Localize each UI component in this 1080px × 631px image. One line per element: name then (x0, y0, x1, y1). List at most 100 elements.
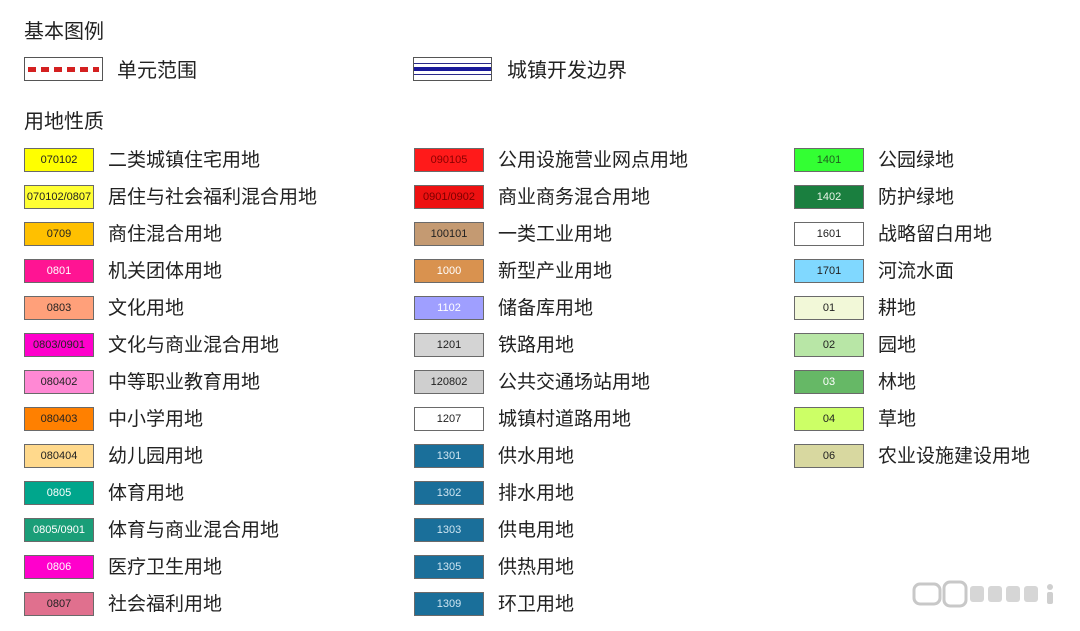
legend-item: 090105 公用设施营业网点用地 (414, 148, 744, 174)
land-use-title: 用地性质 (24, 109, 104, 133)
land-use-label: 幼儿园用地 (108, 445, 204, 467)
unit-boundary-symbol (24, 57, 103, 81)
land-use-swatch: 1201 (414, 333, 484, 357)
land-use-swatch: 0807 (24, 592, 94, 616)
legend-item: 1701 河流水面 (794, 259, 1080, 285)
land-use-label: 耕地 (878, 297, 917, 319)
land-use-label: 供水用地 (498, 445, 575, 467)
land-use-label: 环卫用地 (498, 593, 575, 615)
unit-boundary-label: 单元范围 (117, 58, 197, 82)
land-use-swatch: 090105 (414, 148, 484, 172)
legend-item: 0803/0901 文化与商业混合用地 (24, 333, 354, 359)
legend-item: 1000 新型产业用地 (414, 259, 744, 285)
legend-item: 0801 机关团体用地 (24, 259, 354, 285)
land-use-swatch: 070102/0807 (24, 185, 94, 209)
legend-item: 06 农业设施建设用地 (794, 444, 1080, 470)
land-use-swatch: 1305 (414, 555, 484, 579)
land-use-label: 储备库用地 (498, 297, 594, 319)
land-use-swatch: 06 (794, 444, 864, 468)
land-use-label: 商业商务混合用地 (498, 186, 651, 208)
land-use-swatch: 1000 (414, 259, 484, 283)
legend-item: 070102 二类城镇住宅用地 (24, 148, 354, 174)
land-use-label: 供电用地 (498, 519, 575, 541)
land-use-label: 居住与社会福利混合用地 (108, 186, 318, 208)
land-use-label: 文化用地 (108, 297, 185, 319)
land-use-swatch: 1207 (414, 407, 484, 431)
land-use-swatch: 02 (794, 333, 864, 357)
land-use-label: 社会福利用地 (108, 593, 223, 615)
legend-item: 1309 环卫用地 (414, 592, 744, 618)
land-use-label: 城镇村道路用地 (498, 408, 632, 430)
land-use-swatch: 120802 (414, 370, 484, 394)
land-use-label: 公共交通场站用地 (498, 371, 651, 393)
land-use-label: 战略留白用地 (878, 223, 993, 245)
land-use-label: 中小学用地 (108, 408, 204, 430)
land-use-swatch: 1102 (414, 296, 484, 320)
land-use-label: 公园绿地 (878, 149, 955, 171)
urban-boundary-label: 城镇开发边界 (507, 58, 627, 82)
legend-item: 1401 公园绿地 (794, 148, 1080, 174)
land-use-swatch: 0801 (24, 259, 94, 283)
land-use-label: 林地 (878, 371, 917, 393)
land-use-swatch: 100101 (414, 222, 484, 246)
land-use-swatch: 1401 (794, 148, 864, 172)
land-use-label: 体育用地 (108, 482, 185, 504)
land-use-swatch: 1601 (794, 222, 864, 246)
land-use-swatch: 03 (794, 370, 864, 394)
land-use-label: 农业设施建设用地 (878, 445, 1031, 467)
legend-item: 1302 排水用地 (414, 481, 744, 507)
land-use-label: 体育与商业混合用地 (108, 519, 280, 541)
legend-item: 0805/0901 体育与商业混合用地 (24, 518, 354, 544)
land-use-swatch: 1302 (414, 481, 484, 505)
land-use-label: 一类工业用地 (498, 223, 613, 245)
legend-item: 01 耕地 (794, 296, 1080, 322)
land-use-swatch: 0709 (24, 222, 94, 246)
legend-item: 080404 幼儿园用地 (24, 444, 354, 470)
basic-legend-title: 基本图例 (24, 19, 104, 43)
land-use-label: 二类城镇住宅用地 (108, 149, 261, 171)
land-use-swatch: 1301 (414, 444, 484, 468)
land-use-swatch: 04 (794, 407, 864, 431)
legend-item: 1207 城镇村道路用地 (414, 407, 744, 433)
legend-item: 1303 供电用地 (414, 518, 744, 544)
legend-item: 1402 防护绿地 (794, 185, 1080, 211)
land-use-label: 商住混合用地 (108, 223, 223, 245)
land-use-label: 防护绿地 (878, 186, 955, 208)
land-use-swatch: 1402 (794, 185, 864, 209)
land-use-swatch: 0901/0902 (414, 185, 484, 209)
land-use-swatch: 0805 (24, 481, 94, 505)
legend-item: 02 园地 (794, 333, 1080, 359)
legend-item: 04 草地 (794, 407, 1080, 433)
urban-boundary-symbol (413, 57, 492, 81)
land-use-swatch: 0803/0901 (24, 333, 94, 357)
land-use-label: 中等职业教育用地 (108, 371, 261, 393)
land-use-label: 排水用地 (498, 482, 575, 504)
legend-item: 0805 体育用地 (24, 481, 354, 507)
legend-item: 0806 医疗卫生用地 (24, 555, 354, 581)
land-use-label: 河流水面 (878, 260, 955, 282)
legend-item: 1201 铁路用地 (414, 333, 744, 359)
legend-item: 0803 文化用地 (24, 296, 354, 322)
land-use-swatch: 1303 (414, 518, 484, 542)
legend-item: 1305 供热用地 (414, 555, 744, 581)
land-use-label: 铁路用地 (498, 334, 575, 356)
legend-item: 03 林地 (794, 370, 1080, 396)
land-use-swatch: 0806 (24, 555, 94, 579)
legend-item: 1301 供水用地 (414, 444, 744, 470)
land-use-swatch: 070102 (24, 148, 94, 172)
land-use-label: 医疗卫生用地 (108, 556, 223, 578)
legend-item: 080403 中小学用地 (24, 407, 354, 433)
legend-item: 120802 公共交通场站用地 (414, 370, 744, 396)
legend-item: 1601 战略留白用地 (794, 222, 1080, 248)
land-use-swatch: 1701 (794, 259, 864, 283)
legend-item: 1102 储备库用地 (414, 296, 744, 322)
land-use-swatch: 080403 (24, 407, 94, 431)
legend-item: 100101 一类工业用地 (414, 222, 744, 248)
land-use-label: 园地 (878, 334, 917, 356)
land-use-label: 供热用地 (498, 556, 575, 578)
land-use-label: 文化与商业混合用地 (108, 334, 280, 356)
land-use-swatch: 080404 (24, 444, 94, 468)
land-use-label: 新型产业用地 (498, 260, 613, 282)
land-use-swatch: 0805/0901 (24, 518, 94, 542)
land-use-swatch: 0803 (24, 296, 94, 320)
